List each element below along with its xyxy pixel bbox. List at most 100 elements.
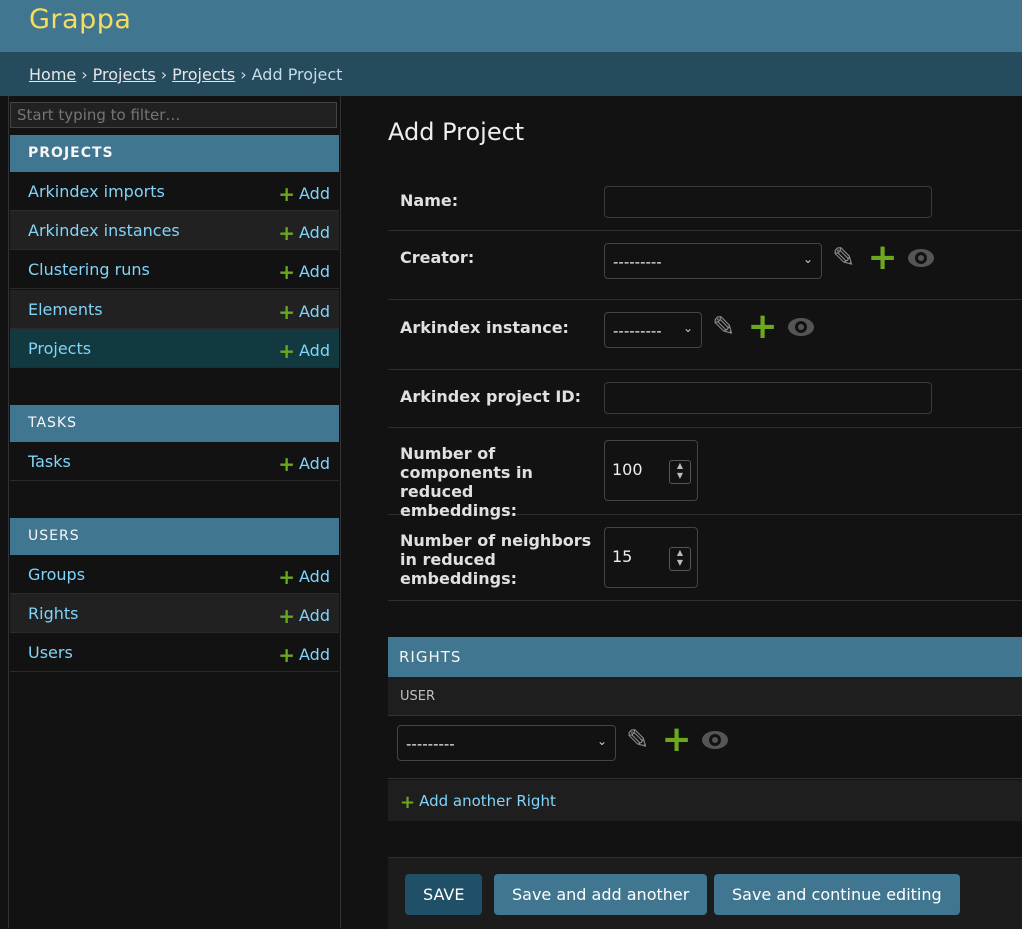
add-link[interactable]: + Add xyxy=(278,260,330,284)
arkindex-project-id-input[interactable] xyxy=(604,382,932,414)
add-label: Add xyxy=(299,184,330,203)
sidebar-item-label[interactable]: Groups xyxy=(28,565,85,584)
add-another-label: Add another Right xyxy=(419,792,556,810)
breadcrumb-home[interactable]: Home xyxy=(29,65,76,84)
chevron-down-icon: ⌄ xyxy=(802,252,813,266)
plus-icon: + xyxy=(278,643,296,667)
plus-icon: + xyxy=(278,604,296,628)
add-label: Add xyxy=(299,262,330,281)
plus-icon: + xyxy=(278,565,296,589)
plus-icon: + xyxy=(278,300,296,324)
add-label: Add xyxy=(299,454,330,473)
pencil-icon[interactable]: ✎ xyxy=(832,241,855,274)
spinner-arrows-icon[interactable]: ▲ ▼ xyxy=(669,547,691,571)
breadcrumb-separator: › xyxy=(160,65,168,84)
sidebar-item-users[interactable]: Users + Add xyxy=(10,633,339,672)
plus-icon[interactable]: + xyxy=(747,308,777,344)
sidebar-item-rights[interactable]: Rights + Add xyxy=(10,594,339,633)
site-header: Grappa xyxy=(0,0,1022,52)
rights-inline-row: --------- ⌄ ✎ + xyxy=(388,716,1022,779)
eye-icon[interactable] xyxy=(787,317,814,336)
arkindex-project-id-label: Arkindex project ID: xyxy=(400,387,581,406)
plus-icon[interactable]: + xyxy=(867,239,897,275)
sidebar-item-label[interactable]: Tasks xyxy=(28,452,71,471)
rights-user-select[interactable]: --------- ⌄ xyxy=(397,725,616,761)
add-label: Add xyxy=(299,606,330,625)
nav-sidebar: PROJECTS Arkindex imports +Add Arkindex … xyxy=(8,96,341,928)
sidebar-item-label[interactable]: Users xyxy=(28,643,73,662)
spinner-arrows-icon[interactable]: ▲ ▼ xyxy=(669,460,691,484)
add-link[interactable]: + Add xyxy=(278,452,330,476)
page-title: Add Project xyxy=(388,118,525,146)
sidebar-item-label[interactable]: Rights xyxy=(28,604,78,623)
plus-icon: + xyxy=(278,339,296,363)
components-number-input[interactable]: 100 ▲ ▼ xyxy=(604,440,698,501)
add-link[interactable]: + Add xyxy=(278,221,330,245)
breadcrumb-separator: › xyxy=(240,65,247,84)
form-row-components: Number of components in reduced embeddin… xyxy=(388,428,1022,520)
sidebar-item-arkindex-imports[interactable]: Arkindex imports + Add xyxy=(10,172,339,211)
eye-icon[interactable] xyxy=(907,248,934,267)
breadcrumb: Home › Projects › Projects › Add Project xyxy=(0,52,1022,96)
user-column-header: USER xyxy=(388,677,1022,716)
components-value: 100 xyxy=(612,460,643,479)
sidebar-item-label[interactable]: Arkindex imports xyxy=(28,182,165,201)
save-and-add-another-button[interactable]: Save and add another xyxy=(494,874,708,915)
sidebar-item-projects[interactable]: Projects + Add xyxy=(10,329,339,368)
add-another-right-link[interactable]: + Add another Right xyxy=(388,780,1022,821)
add-link[interactable]: + Add xyxy=(278,604,330,628)
rights-inline-header: RIGHTS xyxy=(388,637,1022,677)
plus-icon: + xyxy=(278,260,296,284)
form-row-arkindex-project-id: Arkindex project ID: xyxy=(388,370,1022,428)
add-link[interactable]: + Add xyxy=(278,643,330,667)
breadcrumb-projects-app[interactable]: Projects xyxy=(93,65,156,84)
form-row-creator: Creator: --------- ⌄ ✎ + xyxy=(388,231,1022,300)
chevron-down-icon: ⌄ xyxy=(596,734,607,748)
add-link[interactable]: + Add xyxy=(278,339,330,363)
eye-icon[interactable] xyxy=(701,730,728,749)
pencil-icon[interactable]: ✎ xyxy=(626,723,649,756)
sidebar-item-label[interactable]: Elements xyxy=(28,300,103,319)
sidebar-item-tasks[interactable]: Tasks + Add xyxy=(10,442,339,481)
sidebar-item-groups[interactable]: Groups + Add xyxy=(10,555,339,594)
arkindex-instance-select-value: --------- xyxy=(613,322,662,340)
add-link[interactable]: + Add xyxy=(278,182,330,206)
sidebar-item-arkindex-instances[interactable]: Arkindex instances + Add xyxy=(10,211,339,250)
breadcrumb-projects-model[interactable]: Projects xyxy=(172,65,235,84)
breadcrumb-separator: › xyxy=(81,65,88,84)
nav-filter-input[interactable] xyxy=(10,102,337,128)
sidebar-item-elements[interactable]: Elements + Add xyxy=(10,290,339,329)
plus-icon: + xyxy=(278,452,296,476)
module-tasks-header[interactable]: TASKS xyxy=(10,405,339,442)
save-and-continue-button[interactable]: Save and continue editing xyxy=(714,874,960,915)
save-button[interactable]: Save xyxy=(405,874,482,915)
creator-actions: ✎ + xyxy=(832,239,934,275)
submit-row: Save Save and add another Save and conti… xyxy=(388,857,1022,929)
module-projects-header[interactable]: PROJECTS xyxy=(10,135,339,172)
name-input[interactable] xyxy=(604,186,932,218)
add-label: Add xyxy=(299,567,330,586)
pencil-icon[interactable]: ✎ xyxy=(712,310,735,343)
arkindex-instance-label: Arkindex instance: xyxy=(400,318,569,337)
module-users-header[interactable]: USERS xyxy=(10,518,339,555)
sidebar-item-label[interactable]: Projects xyxy=(28,339,91,358)
creator-select[interactable]: --------- ⌄ xyxy=(604,243,822,279)
rights-user-select-value: --------- xyxy=(406,735,455,753)
add-link[interactable]: + Add xyxy=(278,300,330,324)
plus-icon[interactable]: + xyxy=(661,721,691,757)
neighbors-number-input[interactable]: 15 ▲ ▼ xyxy=(604,527,698,588)
site-brand[interactable]: Grappa xyxy=(29,4,131,35)
name-label: Name: xyxy=(400,191,459,210)
arkindex-instance-actions: ✎ + xyxy=(712,308,814,344)
form-row-name: Name: xyxy=(388,172,1022,231)
plus-icon: + xyxy=(400,792,416,813)
sidebar-item-clustering-runs[interactable]: Clustering runs + Add xyxy=(10,250,339,289)
components-label: Number of components in reduced embeddin… xyxy=(400,444,533,520)
creator-select-value: --------- xyxy=(613,253,662,271)
add-link[interactable]: + Add xyxy=(278,565,330,589)
form-row-neighbors: Number of neighbors in reduced embedding… xyxy=(388,515,1022,601)
sidebar-item-label[interactable]: Arkindex instances xyxy=(28,221,180,240)
arkindex-instance-select[interactable]: --------- ⌄ xyxy=(604,312,702,348)
sidebar-item-label[interactable]: Clustering runs xyxy=(28,260,150,279)
creator-label: Creator: xyxy=(400,248,475,267)
